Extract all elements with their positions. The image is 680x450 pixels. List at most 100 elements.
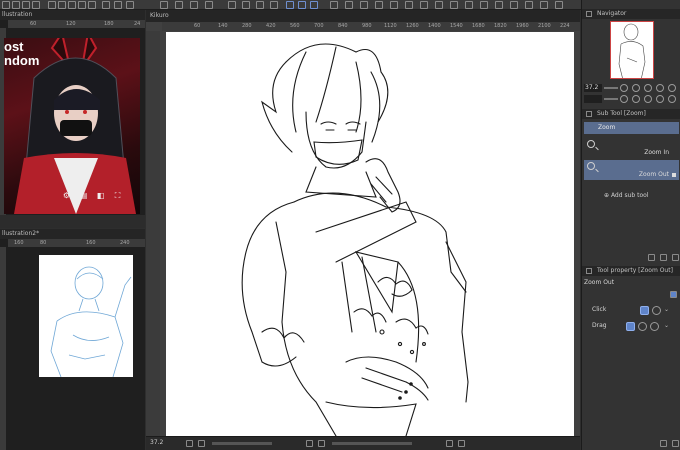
navigator-zoom-slider[interactable] <box>604 87 618 89</box>
reset-icon[interactable] <box>446 440 453 447</box>
tool-icon-5[interactable] <box>228 1 236 9</box>
actual-size-icon[interactable] <box>644 84 652 92</box>
ruler-tick: 24 <box>134 21 141 27</box>
minus-circle-icon[interactable] <box>652 306 661 315</box>
settings-icon[interactable]: ⚙ <box>62 191 71 200</box>
canvas-tab[interactable]: Kikuro <box>146 10 580 22</box>
zoom-out-icon[interactable] <box>620 84 628 92</box>
sub-view-ruler: 160 80 160 240 <box>8 239 145 247</box>
grid-icon[interactable] <box>22 1 30 9</box>
tool-icon-10[interactable] <box>345 1 353 9</box>
fit-screen-icon[interactable] <box>656 84 664 92</box>
tool-property-header[interactable]: Tool property [Zoom Out] <box>582 266 680 276</box>
tool-icon-17[interactable] <box>450 1 458 9</box>
redo-icon[interactable] <box>114 1 122 9</box>
tool-icon-11[interactable] <box>360 1 368 9</box>
stop-icon[interactable] <box>668 84 676 92</box>
pen-icon[interactable] <box>68 1 76 9</box>
delete-icon[interactable] <box>672 254 679 261</box>
zoom-in-icon[interactable] <box>198 440 205 447</box>
text-icon[interactable] <box>78 1 86 9</box>
tool-icon-16[interactable] <box>435 1 443 9</box>
new-sub-tool-icon[interactable] <box>648 254 655 261</box>
tool-icon-20[interactable] <box>495 1 503 9</box>
flip-horizontal-icon[interactable] <box>656 95 664 103</box>
drawing-canvas[interactable] <box>166 32 574 436</box>
save-icon[interactable] <box>32 1 40 9</box>
tool-icon-23[interactable] <box>540 1 548 9</box>
sub-view-canvas[interactable] <box>39 255 133 377</box>
app-window: llustration 60 120 180 24 ost ndom ⚙ ▤ ◧… <box>0 0 680 450</box>
rotate-right-icon[interactable] <box>298 1 306 9</box>
flip-horizontal-icon[interactable] <box>318 440 325 447</box>
tool-icon-7[interactable] <box>256 1 264 9</box>
zoom-readout[interactable]: 37.2 <box>150 439 163 446</box>
ruler-tick: 1540 <box>450 23 463 29</box>
tool-icon-13[interactable] <box>390 1 398 9</box>
layers-icon[interactable]: ▤ <box>79 191 88 200</box>
add-sub-tool-button[interactable]: ⊕ Add sub tool <box>604 192 648 200</box>
file-icon[interactable] <box>2 1 10 9</box>
fit-icon[interactable] <box>458 440 465 447</box>
square-icon[interactable] <box>88 1 96 9</box>
navigator-zoom-value[interactable]: 37.2 <box>584 84 602 92</box>
sub-view-pane: llustration2* 160 80 160 240 <box>0 229 145 450</box>
chevron-down-icon[interactable]: ⌄ <box>664 304 669 316</box>
reset-rotation-icon[interactable] <box>644 95 652 103</box>
tool-icon-1[interactable] <box>160 1 168 9</box>
clear-icon[interactable] <box>126 1 134 9</box>
tool-icon-12[interactable] <box>375 1 383 9</box>
zoom-out-icon[interactable] <box>186 440 193 447</box>
rotate-icon[interactable] <box>306 440 313 447</box>
tool-icon-14[interactable] <box>405 1 413 9</box>
rotate-left-icon[interactable] <box>620 95 628 103</box>
undo-icon[interactable] <box>102 1 110 9</box>
flip-vertical-icon[interactable] <box>668 95 676 103</box>
tool-icon-24[interactable] <box>555 1 563 9</box>
navigator-rotation-slider[interactable] <box>604 98 618 100</box>
tool-icon-6[interactable] <box>242 1 250 9</box>
drag-zoom-icon[interactable] <box>626 322 635 331</box>
tool-icon-15[interactable] <box>420 1 428 9</box>
rotation-slider[interactable] <box>332 442 412 445</box>
tool-icon-2[interactable] <box>175 1 183 9</box>
sub-tool-item-zoom-in[interactable]: Zoom In <box>584 138 679 158</box>
fullscreen-icon[interactable]: ⛶ <box>113 191 122 200</box>
navigator-preview[interactable] <box>610 21 654 79</box>
panel-settings-icon[interactable] <box>670 291 677 298</box>
tool-icon-9[interactable] <box>330 1 338 9</box>
navigator-header[interactable]: Navigator <box>582 9 680 19</box>
right-panel-column: Navigator 37.2 Sub Tool [Zoom] Zoom Zoom… <box>581 0 680 450</box>
tool-property-title: Tool property [Zoom Out] <box>597 267 673 274</box>
duplicate-icon[interactable] <box>660 254 667 261</box>
tool-icon-8[interactable] <box>270 1 278 9</box>
minus-circle-icon[interactable] <box>650 322 659 331</box>
zoom-out-mode-icon[interactable] <box>640 306 649 315</box>
rotate-right-icon[interactable] <box>632 95 640 103</box>
camera-icon[interactable] <box>12 1 20 9</box>
magnifier-icon[interactable] <box>638 322 647 331</box>
sub-tool-header[interactable]: Sub Tool [Zoom] <box>582 109 680 119</box>
navigator-rotation-value[interactable] <box>584 95 602 103</box>
split-view-icon[interactable]: ◧ <box>96 191 105 200</box>
sub-tool-item-zoom-out[interactable]: Zoom Out <box>584 160 679 180</box>
canvas-icon[interactable] <box>48 1 56 9</box>
zoom-slider[interactable] <box>212 442 272 445</box>
ruler-tick: 1260 <box>406 23 419 29</box>
tool-icon-21[interactable] <box>510 1 518 9</box>
sub-tool-group-zoom[interactable]: Zoom <box>584 122 679 134</box>
flip-icon[interactable] <box>310 1 318 9</box>
tool-icon-19[interactable] <box>480 1 488 9</box>
layers-icon[interactable] <box>58 1 66 9</box>
tool-icon-3[interactable] <box>190 1 198 9</box>
chevron-down-icon[interactable]: ⌄ <box>664 320 669 332</box>
tool-icon-22[interactable] <box>525 1 533 9</box>
tool-icon-18[interactable] <box>465 1 473 9</box>
reference-tab[interactable]: llustration <box>0 10 145 20</box>
rotate-left-icon[interactable] <box>286 1 294 9</box>
settings-icon[interactable] <box>672 440 679 447</box>
clock-icon[interactable] <box>660 440 667 447</box>
tool-icon-4[interactable] <box>205 1 213 9</box>
zoom-in-icon[interactable] <box>632 84 640 92</box>
sub-view-tab[interactable]: llustration2* <box>0 229 145 239</box>
